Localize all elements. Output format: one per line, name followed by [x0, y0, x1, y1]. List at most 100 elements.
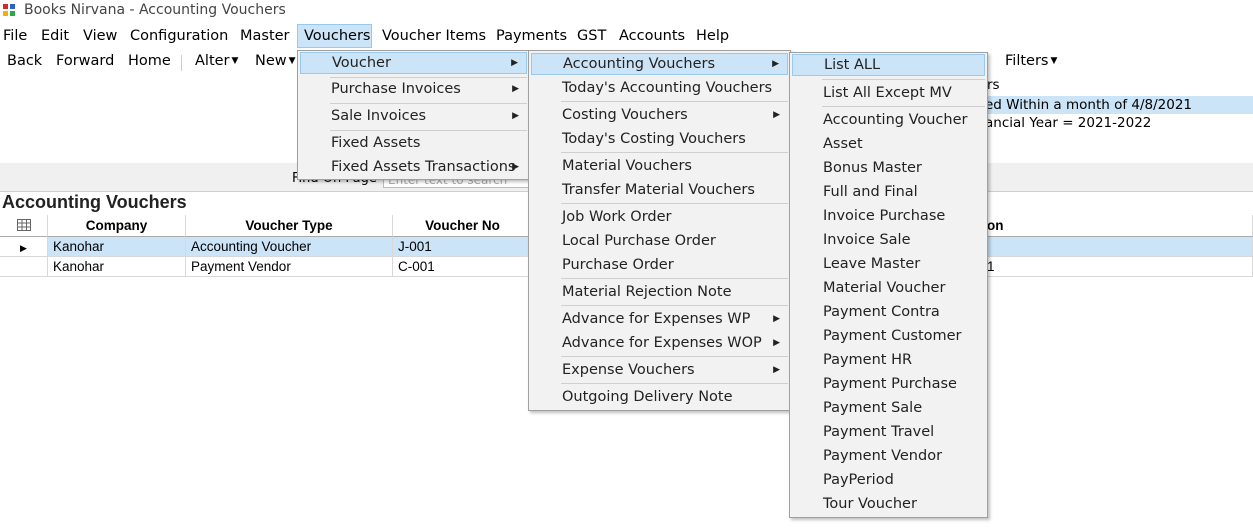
submenu-arrow-icon: ▶ [512, 162, 519, 172]
menu-item-material-vouchers[interactable]: Material Vouchers [531, 155, 788, 177]
menu-separator [561, 203, 788, 204]
column-header-company[interactable]: Company [48, 215, 186, 237]
menu-separator [330, 130, 527, 131]
menu-accounts[interactable]: Accounts [613, 24, 691, 48]
menu-item-local-purchase-order[interactable]: Local Purchase Order [531, 230, 788, 252]
menu-item-list-all[interactable]: List ALL [792, 54, 985, 76]
menu-item-bonus-master[interactable]: Bonus Master [792, 157, 985, 179]
menu-item-sale-invoices[interactable]: Sale Invoices ▶ [300, 105, 527, 127]
menu-item-payment-customer[interactable]: Payment Customer [792, 325, 985, 347]
menu-item-asset[interactable]: Asset [792, 133, 985, 155]
menu-configuration[interactable]: Configuration [124, 24, 234, 48]
accounting-vouchers-submenu: List ALL List All Except MV Accounting V… [789, 52, 988, 518]
menu-item-payperiod[interactable]: PayPeriod [792, 469, 985, 491]
caret-down-icon: ▼ [1050, 56, 1058, 66]
menu-separator [561, 356, 788, 357]
menu-file[interactable]: File [0, 24, 33, 48]
submenu-arrow-icon: ▶ [512, 111, 519, 121]
filters-panel: rs ed Within a month of 4/8/2021 ancial … [975, 76, 1253, 132]
filter-line[interactable]: rs [987, 76, 1000, 94]
menu-voucher-items[interactable]: Voucher Items [376, 24, 492, 48]
table-icon [16, 219, 31, 231]
forward-button[interactable]: Forward [56, 53, 114, 69]
app-icon [2, 3, 16, 17]
menu-item-purchase-invoices[interactable]: Purchase Invoices ▶ [300, 78, 527, 100]
menu-item-voucher[interactable]: Voucher ▶ [300, 52, 527, 74]
row-pointer-icon: ▶ [20, 243, 27, 253]
menu-item-purchase-order[interactable]: Purchase Order [531, 254, 788, 276]
home-button[interactable]: Home [128, 53, 171, 69]
menu-item-material-rejection-note[interactable]: Material Rejection Note [531, 281, 788, 303]
menu-item-accounting-vouchers[interactable]: Accounting Vouchers ▶ [531, 53, 788, 75]
menu-item-payment-purchase[interactable]: Payment Purchase [792, 373, 985, 395]
menu-separator [561, 383, 788, 384]
menu-item-payment-vendor[interactable]: Payment Vendor [792, 445, 985, 467]
menu-item-tour-voucher[interactable]: Tour Voucher [792, 493, 985, 515]
menu-item-list-all-except-mv[interactable]: List All Except MV [792, 82, 985, 104]
menu-edit[interactable]: Edit [35, 24, 75, 48]
filters-button[interactable]: Filters ▼ [1005, 53, 1057, 69]
menu-item-todays-costing-vouchers[interactable]: Today's Costing Vouchers [531, 128, 788, 150]
grid-select-all[interactable] [0, 215, 48, 237]
menu-view[interactable]: View [77, 24, 123, 48]
filters-label: Filters [1005, 53, 1049, 69]
menu-payments[interactable]: Payments [490, 24, 573, 48]
menu-item-advance-expenses-wp[interactable]: Advance for Expenses WP ▶ [531, 308, 788, 330]
submenu-arrow-icon: ▶ [773, 365, 780, 375]
menu-help[interactable]: Help [690, 24, 735, 48]
alter-button[interactable]: Alter ▼ [195, 53, 238, 69]
menu-item-payment-hr[interactable]: Payment HR [792, 349, 985, 371]
toolbar-separator [181, 55, 182, 71]
menu-vouchers[interactable]: Vouchers [297, 24, 372, 48]
menu-item-outgoing-delivery-note[interactable]: Outgoing Delivery Note [531, 386, 788, 408]
menu-item-accounting-voucher[interactable]: Accounting Voucher [792, 109, 985, 131]
menu-item-leave-master[interactable]: Leave Master [792, 253, 985, 275]
cell-company[interactable]: Kanohar [48, 237, 186, 257]
row-indicator: ▶ [0, 237, 48, 257]
filter-line-selected[interactable]: ed Within a month of 4/8/2021 [975, 96, 1253, 114]
menu-item-transfer-material-vouchers[interactable]: Transfer Material Vouchers [531, 179, 788, 201]
menu-separator [561, 101, 788, 102]
filter-line[interactable]: ancial Year = 2021-2022 [985, 114, 1151, 132]
new-button[interactable]: New ▼ [255, 53, 296, 69]
menu-item-label: Costing Vouchers [562, 107, 688, 123]
cell-extra[interactable] [975, 237, 1253, 257]
menu-item-expense-vouchers[interactable]: Expense Vouchers ▶ [531, 359, 788, 381]
menu-item-payment-contra[interactable]: Payment Contra [792, 301, 985, 323]
page-title: Accounting Vouchers [2, 192, 187, 212]
window-title: Books Nirvana - Accounting Vouchers [24, 2, 286, 18]
cell-company[interactable]: Kanohar [48, 257, 186, 277]
menu-item-todays-accounting-vouchers[interactable]: Today's Accounting Vouchers [531, 77, 788, 99]
menu-item-invoice-purchase[interactable]: Invoice Purchase [792, 205, 985, 227]
menu-separator [561, 278, 788, 279]
cell-extra[interactable]: 1 [975, 257, 1253, 277]
menu-item-label: Fixed Assets Transactions [331, 159, 516, 175]
menu-item-material-voucher[interactable]: Material Voucher [792, 277, 985, 299]
menu-item-job-work-order[interactable]: Job Work Order [531, 206, 788, 228]
menu-item-label: Advance for Expenses WOP [562, 335, 762, 351]
menu-item-costing-vouchers[interactable]: Costing Vouchers ▶ [531, 104, 788, 126]
menu-item-label: Accounting Vouchers [563, 56, 716, 72]
caret-down-icon: ▼ [288, 56, 296, 66]
menu-item-fixed-assets-transactions[interactable]: Fixed Assets Transactions ▶ [300, 156, 527, 178]
menu-item-fixed-assets[interactable]: Fixed Assets [300, 132, 527, 154]
menu-gst[interactable]: GST [571, 24, 612, 48]
column-header-partial[interactable]: on [975, 215, 1253, 237]
filter-text: ed Within a month of 4/8/2021 [985, 97, 1193, 113]
cell-voucher-no[interactable]: J-001 [393, 237, 533, 257]
menu-item-label: Advance for Expenses WP [562, 311, 751, 327]
menu-item-advance-expenses-wop[interactable]: Advance for Expenses WOP ▶ [531, 332, 788, 354]
menu-master[interactable]: Master [234, 24, 296, 48]
back-button[interactable]: Back [7, 53, 42, 69]
menu-item-invoice-sale[interactable]: Invoice Sale [792, 229, 985, 251]
menu-item-payment-travel[interactable]: Payment Travel [792, 421, 985, 443]
menu-separator [822, 106, 985, 107]
menu-item-full-and-final[interactable]: Full and Final [792, 181, 985, 203]
cell-voucher-type[interactable]: Payment Vendor [186, 257, 393, 277]
menu-item-payment-sale[interactable]: Payment Sale [792, 397, 985, 419]
cell-voucher-type[interactable]: Accounting Voucher [186, 237, 393, 257]
cell-voucher-no[interactable]: C-001 [393, 257, 533, 277]
menu-separator [561, 305, 788, 306]
column-header-voucher-type[interactable]: Voucher Type [186, 215, 393, 237]
column-header-voucher-no[interactable]: Voucher No [393, 215, 533, 237]
